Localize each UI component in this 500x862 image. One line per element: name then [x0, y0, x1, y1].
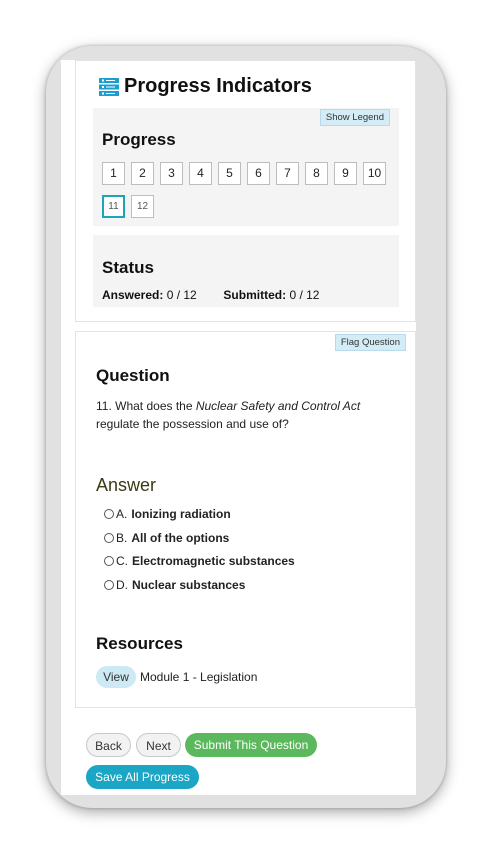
flag-question-button[interactable]: Flag Question — [334, 334, 406, 351]
answer-heading: Answer — [96, 475, 157, 495]
page-title: Progress Indicators — [124, 75, 312, 97]
answer-option-b[interactable]: B. All of the options — [104, 531, 229, 545]
show-legend-button[interactable]: Show Legend — [319, 109, 390, 126]
page-button-9[interactable]: 9 — [334, 162, 357, 185]
page-button-6[interactable]: 6 — [247, 162, 270, 185]
option-letter: A. — [116, 507, 128, 521]
back-button[interactable]: Back — [86, 733, 131, 757]
progress-box: Show Legend Progress 1 2 3 4 5 6 7 8 9 10 11 12 — [93, 108, 399, 226]
radio-d[interactable] — [104, 580, 114, 590]
answer-option-d[interactable]: D. Nuclear substances — [104, 578, 245, 592]
option-text: Ionizing radiation — [131, 507, 231, 521]
status-heading: Status — [102, 258, 154, 277]
save-progress-button[interactable]: Save All Progress — [86, 765, 199, 789]
page-button-7[interactable]: 7 — [276, 162, 299, 185]
resource-label: Module 1 - Legislation — [140, 670, 258, 684]
submitted-label: Submitted: — [223, 288, 287, 302]
answer-option-c[interactable]: C. Electromagnetic substances — [104, 554, 295, 568]
question-panel: Flag Question Question 11. What does the… — [75, 331, 416, 708]
radio-a[interactable] — [104, 509, 114, 519]
submitted-value: 0 / 12 — [289, 288, 320, 302]
question-heading: Question — [96, 366, 170, 385]
option-text: Electromagnetic substances — [132, 554, 295, 568]
page-button-4[interactable]: 4 — [189, 162, 212, 185]
page-button-12[interactable]: 12 — [131, 195, 154, 218]
question-text-emphasis: Nuclear Safety and Control Act — [195, 399, 361, 413]
view-resource-button[interactable]: View — [96, 666, 136, 688]
page-button-5[interactable]: 5 — [218, 162, 241, 185]
page-button-2[interactable]: 2 — [131, 162, 154, 185]
page-button-3[interactable]: 3 — [160, 162, 183, 185]
answered-value: 0 / 12 — [166, 288, 197, 302]
page-button-11[interactable]: 11 — [102, 195, 125, 218]
option-text: Nuclear substances — [132, 578, 246, 592]
answered-label: Answered: — [102, 288, 164, 302]
option-letter: B. — [116, 531, 128, 545]
question-text: 11. What does the Nuclear Safety and Con… — [96, 397, 386, 433]
resources-heading: Resources — [96, 634, 183, 653]
option-text: All of the options — [131, 531, 230, 545]
list-icon — [99, 77, 119, 96]
next-button[interactable]: Next — [136, 733, 181, 757]
submit-question-button[interactable]: Submit This Question — [185, 733, 317, 757]
answer-option-a[interactable]: A. Ionizing radiation — [104, 507, 231, 521]
title-row: Progress Indicators — [99, 75, 312, 98]
question-text-suffix: regulate the possession and use of? — [96, 417, 289, 431]
radio-c[interactable] — [104, 556, 114, 566]
question-text-prefix: 11. What does the — [96, 399, 196, 413]
page-button-1[interactable]: 1 — [102, 162, 125, 185]
page-button-10[interactable]: 10 — [363, 162, 386, 185]
status-box: Status Answered: 0 / 12 Submitted: 0 / 1… — [93, 235, 399, 307]
page-button-8[interactable]: 8 — [305, 162, 328, 185]
status-counts: Answered: 0 / 12 Submitted: 0 / 12 — [102, 288, 319, 302]
progress-heading: Progress — [102, 130, 176, 149]
radio-b[interactable] — [104, 533, 114, 543]
option-letter: D. — [116, 578, 128, 592]
progress-panel: Progress Indicators Show Legend Progress… — [75, 60, 416, 322]
option-letter: C. — [116, 554, 128, 568]
app-screen: Progress Indicators Show Legend Progress… — [61, 60, 416, 795]
